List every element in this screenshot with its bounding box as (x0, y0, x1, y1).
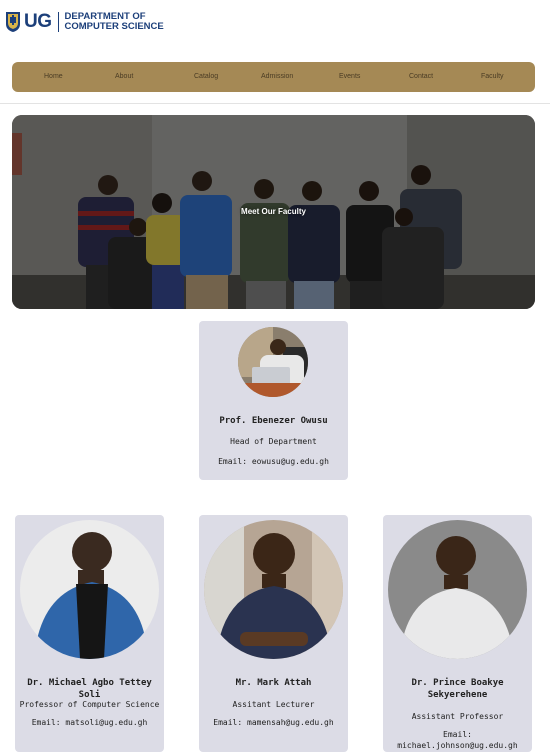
nav-about[interactable]: About (115, 62, 133, 92)
avatar (20, 520, 159, 659)
site-header: UG DEPARTMENT OF COMPUTER SCIENCE (0, 0, 550, 50)
faculty-photo (204, 520, 343, 659)
faculty-card: Dr. Michael Agbo Tettey Soli Professor o… (15, 515, 164, 752)
logo-divider (57, 12, 59, 32)
faculty-card-head: Prof. Ebenezer Owusu Head of Department … (199, 321, 348, 480)
hero-title: Meet Our Faculty (241, 207, 306, 216)
avatar (388, 520, 527, 659)
site-logo[interactable]: UG DEPARTMENT OF COMPUTER SCIENCE (5, 11, 164, 33)
main-nav: Home About Catalog Admission Events Cont… (12, 62, 535, 92)
faculty-title: Professor of Computer Science (19, 700, 160, 709)
faculty-title: Assistant Professor (411, 712, 504, 721)
faculty-email[interactable]: michael.johnson@ug.edu.gh (383, 740, 532, 751)
faculty-title: Head of Department (230, 437, 317, 446)
faculty-card: Dr. Prince Boakye Sekyerehene Assistant … (383, 515, 532, 752)
nav-events[interactable]: Events (339, 62, 360, 92)
nav-home[interactable]: Home (44, 62, 63, 92)
faculty-name-line-2: Sekyerehene (427, 690, 488, 700)
faculty-name-line-1: Dr. Prince Boakye (411, 678, 504, 688)
faculty-name: Mr. Mark Attah (235, 678, 312, 688)
header-divider (0, 103, 550, 104)
logo-ug-text: UG (24, 11, 52, 32)
university-crest-icon (6, 12, 20, 32)
faculty-email[interactable]: Email: matsoli@ug.edu.gh (15, 717, 164, 728)
dept-line-2: COMPUTER SCIENCE (64, 21, 164, 32)
department-name: DEPARTMENT OF COMPUTER SCIENCE (65, 12, 164, 32)
faculty-photo (20, 520, 159, 659)
faculty-name: Prof. Ebenezer Owusu (219, 416, 328, 426)
nav-admission[interactable]: Admission (261, 62, 293, 92)
faculty-title: Assitant Lecturer (232, 700, 315, 709)
nav-catalog[interactable]: Catalog (194, 62, 218, 92)
faculty-card: Mr. Mark Attah Assitant Lecturer Email: … (199, 515, 348, 752)
faculty-email[interactable]: Email: mamensah@ug.edu.gh (199, 717, 348, 728)
faculty-name: Dr. Michael Agbo Tettey Soli (27, 678, 152, 700)
faculty-photo (238, 327, 308, 397)
nav-faculty[interactable]: Faculty (481, 62, 504, 92)
faculty-email-label: Email: (443, 730, 472, 739)
nav-contact[interactable]: Contact (409, 62, 433, 92)
avatar (238, 327, 308, 397)
hero-banner: Meet Our Faculty (12, 115, 535, 309)
faculty-email[interactable]: Email: eowusu@ug.edu.gh (199, 456, 348, 467)
faculty-photo (388, 520, 527, 659)
avatar (204, 520, 343, 659)
